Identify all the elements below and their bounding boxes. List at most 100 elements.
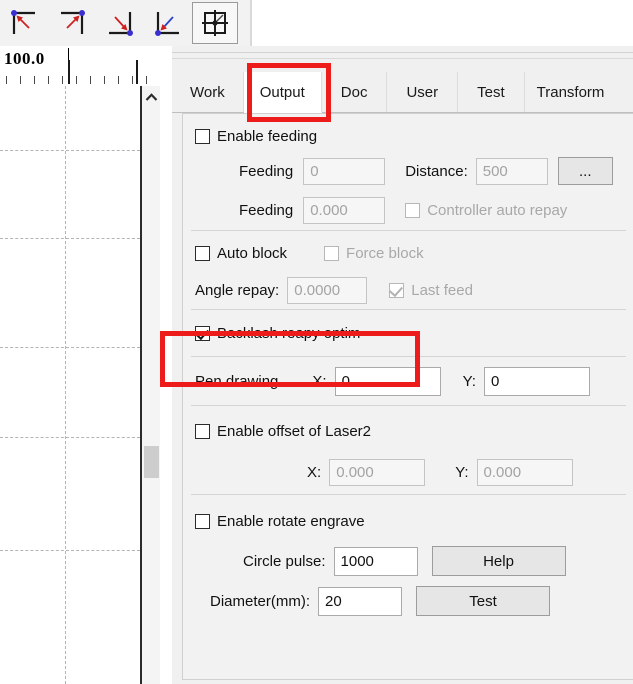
enable-offset-laser2-label: Enable offset of Laser2 (217, 422, 371, 440)
tab-output[interactable]: Output (243, 72, 322, 113)
enable-offset-laser2-checkbox[interactable] (195, 423, 210, 439)
panel-top-divider (172, 58, 633, 59)
distance-input[interactable]: 500 (475, 157, 548, 185)
ruler-minor-tick (20, 76, 21, 84)
help-button[interactable]: Help (431, 546, 566, 576)
last-feed-label: Last feed (411, 281, 473, 299)
backlash-group: Backlash reapy optim (183, 310, 633, 356)
canvas-guide-horizontal (0, 347, 140, 348)
diameter-label: Diameter(mm): (210, 592, 310, 610)
design-canvas[interactable] (0, 86, 142, 684)
pen-drawing-y-input[interactable]: 0 (483, 366, 590, 396)
controller-auto-repay-checkbox[interactable] (405, 202, 421, 218)
ruler-minor-tick (90, 76, 91, 84)
diameter-input[interactable]: 20 (318, 586, 402, 616)
distance-label: Distance: (405, 162, 468, 180)
feeding-count-label: Feeding (239, 162, 294, 180)
backlash-reapy-optim-row: Backlash reapy optim (183, 310, 633, 356)
canvas-guide-horizontal (0, 150, 140, 151)
backlash-check-mark (195, 325, 209, 340)
enable-rotate-engrave-label: Enable rotate engrave (217, 512, 365, 530)
enable-rotate-engrave-row: Enable rotate engrave (183, 495, 633, 541)
laser2-offset-xy-row: X: 0.000 Y: 0.000 (183, 450, 633, 494)
circle-pulse-label: Circle pulse: (243, 552, 326, 570)
anchor-top-left-icon[interactable] (0, 2, 48, 44)
feeding-delay-input[interactable]: 0.000 (303, 196, 386, 224)
enable-feeding-row: Enable feeding (183, 114, 633, 152)
pen-drawing-group: Pen drawing X: 0 Y: 0 (183, 357, 633, 405)
canvas-vertical-scrollbar[interactable] (142, 86, 161, 684)
laser2-offset-group: Enable offset of Laser2 X: 0.000 Y: 0.00… (183, 406, 633, 494)
anchor-bottom-right-icon[interactable] (96, 2, 144, 44)
anchor-bottom-left-icon[interactable] (144, 2, 192, 44)
enable-feeding-label: Enable feeding (217, 127, 318, 145)
ruler-major-tick (68, 60, 70, 84)
canvas-guide-horizontal (0, 437, 140, 438)
pen-drawing-y-label: Y: (462, 372, 476, 390)
ruler-minor-tick (34, 76, 35, 84)
ruler-minor-tick (104, 76, 105, 84)
feeding-group: Enable feeding Feeding 0 Distance: 500 .… (183, 114, 633, 230)
panel-top-divider (172, 52, 633, 53)
feeding-delay-label: Feeding (239, 201, 294, 219)
auto-block-checkbox[interactable] (195, 245, 210, 261)
output-settings-content: Enable feeding Feeding 0 Distance: 500 .… (182, 113, 633, 680)
canvas-guide-horizontal (0, 550, 140, 551)
ruler-minor-tick (6, 76, 7, 84)
ruler-minor-tick (146, 76, 147, 84)
tab-user[interactable]: User (387, 72, 459, 112)
diameter-row: Diameter(mm): 20 Test (183, 581, 633, 621)
controller-auto-repay-label: Controller auto repay (427, 201, 568, 219)
enable-feeding-checkbox[interactable] (195, 128, 210, 144)
enable-rotate-engrave-checkbox[interactable] (195, 513, 210, 529)
circle-pulse-row: Circle pulse: 1000 Help (183, 541, 633, 581)
ruler-minor-tick (62, 76, 63, 84)
auto-block-label: Auto block (217, 244, 288, 262)
force-block-label: Force block (346, 244, 424, 262)
panel-splitter[interactable] (160, 46, 172, 684)
anchor-center-icon[interactable] (192, 2, 238, 44)
enable-offset-laser2-row: Enable offset of Laser2 (183, 406, 633, 450)
ruler-minor-tick (48, 76, 49, 84)
test-button[interactable]: Test (416, 586, 550, 616)
anchor-toolbar (0, 0, 252, 47)
backlash-reapy-optim-label: Backlash reapy optim (217, 324, 361, 342)
force-block-checkbox[interactable] (324, 245, 340, 261)
ruler-minor-tick (118, 76, 119, 84)
rotate-engrave-group: Enable rotate engrave Circle pulse: 1000… (183, 495, 633, 621)
scroll-up-chevron-icon[interactable] (142, 86, 160, 108)
angle-repay-row: Angle repay: 0.0000 Last feed (183, 271, 633, 309)
pen-drawing-row: Pen drawing X: 0 Y: 0 (183, 357, 633, 405)
tab-work[interactable]: Work (172, 72, 244, 112)
backlash-reapy-optim-checkbox[interactable] (195, 325, 210, 341)
pen-drawing-x-input[interactable]: 0 (334, 366, 441, 396)
distance-more-button[interactable]: ... (557, 157, 613, 185)
block-group: Auto block Force block Angle repay: 0.00… (183, 231, 633, 309)
anchor-top-right-icon[interactable] (48, 2, 96, 44)
ruler-minor-tick (76, 76, 77, 84)
ruler-major-tick (136, 60, 138, 84)
feeding-delay-row: Feeding 0.000 Controller auto repay (183, 190, 633, 230)
scrollbar-thumb[interactable] (144, 446, 159, 478)
ruler-value-label: 100.0 (4, 49, 45, 68)
laser2-y-label: Y: (455, 463, 469, 481)
tab-test[interactable]: Test (458, 72, 525, 112)
angle-repay-input[interactable]: 0.0000 (287, 276, 368, 304)
tab-transform[interactable]: Transform (524, 72, 617, 112)
feeding-count-input[interactable]: 0 (303, 157, 386, 185)
toolbar-right-edge (250, 0, 252, 46)
output-settings-panel: Work Output Doc User Test Transform Enab… (172, 46, 633, 684)
panel-tab-bar: Work Output Doc User Test Transform (172, 72, 633, 113)
ruler-minor-tick (132, 76, 133, 84)
feeding-count-row: Feeding 0 Distance: 500 ... (183, 152, 633, 190)
tab-doc[interactable]: Doc (321, 72, 388, 112)
last-feed-checkbox[interactable] (389, 282, 405, 298)
horizontal-ruler[interactable]: 100.0 (0, 46, 160, 88)
angle-repay-label: Angle repay: (195, 281, 280, 299)
laser2-x-input[interactable]: 0.000 (329, 458, 426, 486)
circle-pulse-input[interactable]: 1000 (333, 546, 418, 576)
auto-block-row: Auto block Force block (183, 231, 633, 271)
laser2-x-label: X: (307, 463, 322, 481)
pen-drawing-x-label: X: (312, 372, 327, 390)
laser2-y-input[interactable]: 0.000 (476, 458, 573, 486)
